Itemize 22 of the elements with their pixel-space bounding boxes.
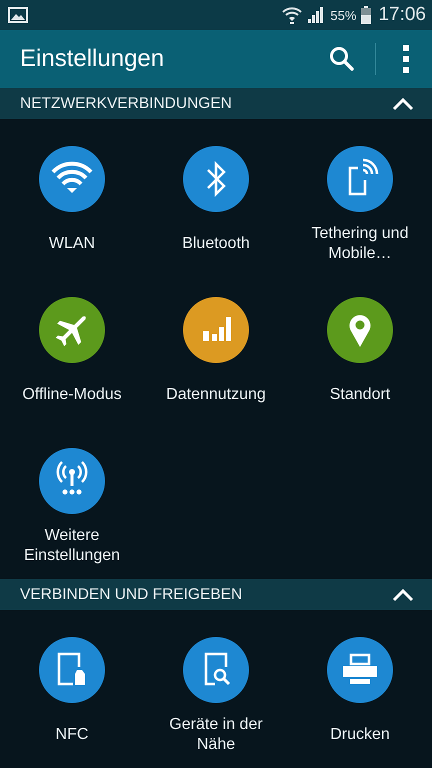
setting-tile[interactable]: WLAN bbox=[0, 120, 144, 271]
battery-icon bbox=[361, 6, 372, 24]
setting-tile[interactable]: NFC bbox=[0, 611, 144, 762]
signal-icon bbox=[307, 6, 326, 24]
gallery-icon bbox=[8, 7, 28, 23]
battery-percent: 55% bbox=[330, 8, 356, 22]
setting-tile[interactable]: Weitere Einstellungen bbox=[0, 422, 144, 573]
setting-tile[interactable]: Drucken bbox=[288, 611, 432, 762]
setting-tile[interactable]: Tethering und Mobile… bbox=[288, 120, 432, 271]
section-title: NETZWERKVERBINDUNGEN bbox=[20, 94, 232, 112]
setting-tile[interactable]: Datennutzung bbox=[144, 271, 288, 422]
more-options-icon bbox=[402, 44, 410, 74]
wifi-icon bbox=[282, 5, 302, 25]
setting-tile[interactable]: Bluetooth bbox=[144, 120, 288, 271]
setting-tile[interactable]: Standort bbox=[288, 271, 432, 422]
section-title: VERBINDEN UND FREIGEBEN bbox=[20, 586, 242, 604]
screen-title: Einstellungen bbox=[20, 45, 166, 73]
section-header[interactable]: VERBINDEN UND FREIGEBEN bbox=[0, 579, 432, 610]
section-header[interactable]: NETZWERKVERBINDUNGEN bbox=[0, 88, 432, 119]
setting-tile[interactable]: Geräte in der Nähe bbox=[144, 611, 288, 762]
setting-tile[interactable]: Offline-Modus bbox=[0, 271, 144, 422]
clock: 17:06 bbox=[378, 4, 426, 26]
